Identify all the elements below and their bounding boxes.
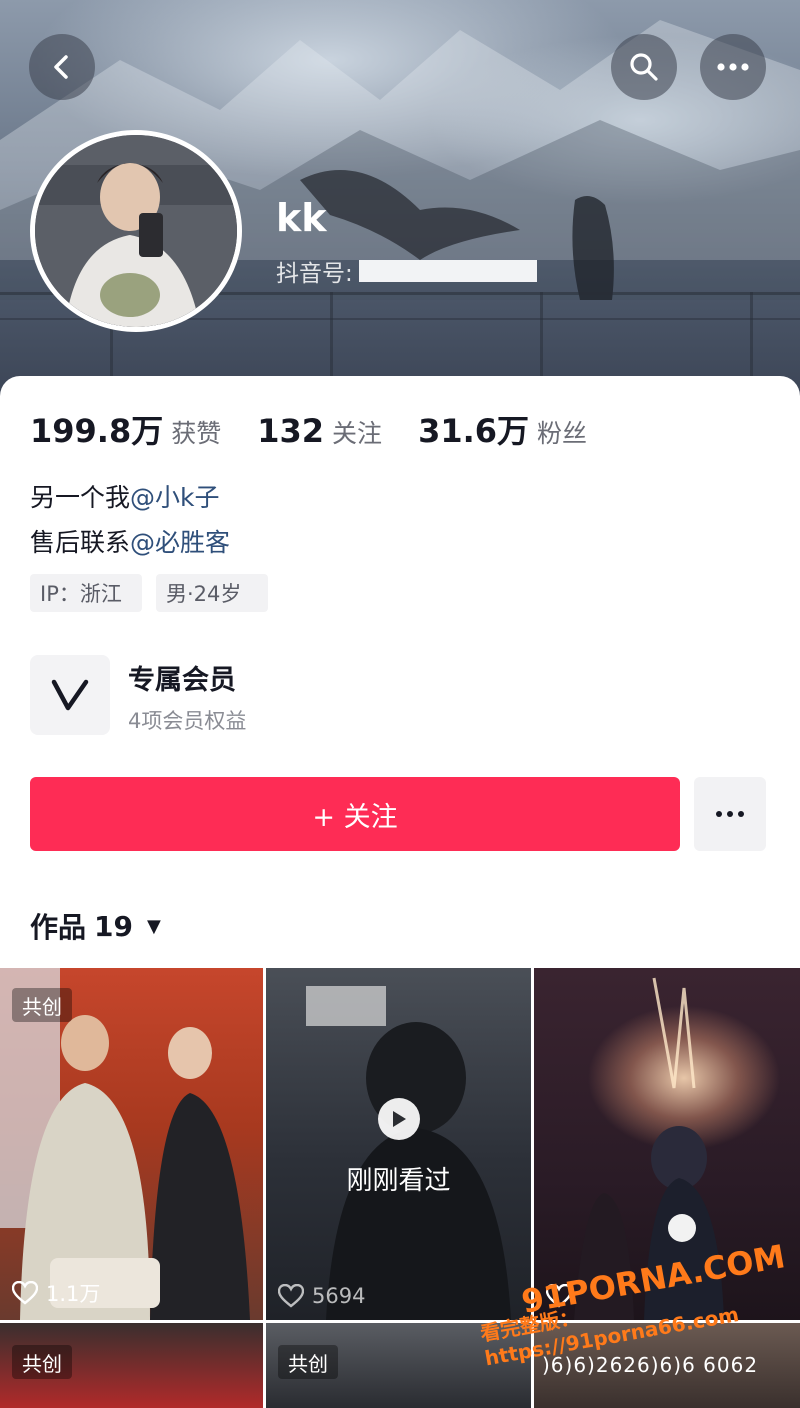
avatar[interactable] [30, 130, 242, 332]
bio-text: 售后联系 [30, 528, 131, 557]
like-count-text: 5694 [312, 1284, 366, 1308]
v-logo-icon [51, 679, 89, 711]
chevron-left-icon [54, 55, 68, 79]
mention-link[interactable]: @必胜客 [130, 528, 230, 557]
stats-row: 199.8万 获赞 132 关注 31.6万 粉丝 [30, 406, 623, 452]
douyin-id-label: 抖音号: [276, 261, 353, 287]
like-count: 5694 [278, 1284, 365, 1308]
membership-icon[interactable] [30, 655, 110, 735]
heart-icon [278, 1284, 304, 1308]
co-creation-badge: 共创 [12, 1345, 72, 1379]
play-button[interactable] [378, 1098, 420, 1140]
railing-post [540, 292, 543, 382]
caret-down-icon: ▼ [146, 915, 161, 937]
followers-count[interactable]: 31.6万 [418, 406, 529, 452]
followers-label[interactable]: 粉丝 [537, 414, 587, 450]
likes-label[interactable]: 获赞 [171, 414, 221, 450]
more-dots-icon [716, 811, 744, 817]
ip-location-tag: IP：浙江 [30, 574, 142, 612]
bio-line: 另一个我@小k子 [30, 478, 220, 514]
works-label: 作品 [30, 911, 87, 944]
heart-icon [12, 1281, 38, 1305]
video-tile[interactable]: 共创 [0, 1323, 263, 1408]
douyin-id-redacted [358, 260, 537, 282]
video-overlay-text: )6)6)2626)6)6 6062 [542, 1353, 759, 1377]
just-watched-label: 刚刚看过 [346, 1166, 451, 1196]
follow-more-button[interactable] [694, 777, 766, 851]
more-options-button[interactable] [700, 34, 766, 100]
like-count-text: 1.1万 [46, 1282, 101, 1306]
following-label[interactable]: 关注 [332, 414, 382, 450]
bio-text: 另一个我 [30, 483, 131, 512]
works-count: 19 [94, 909, 133, 943]
video-tile[interactable]: 共创 1.1万 [0, 968, 263, 1320]
video-tile[interactable]: 刚刚看过 5694 [266, 968, 531, 1320]
likes-count[interactable]: 199.8万 [30, 406, 163, 452]
video-thumbnail [306, 986, 511, 1320]
douyin-id[interactable]: 抖音号: [276, 254, 537, 288]
membership-subtitle: 4项会员权益 [128, 709, 247, 733]
more-dots-icon [717, 63, 749, 71]
mention-link[interactable]: @小k子 [130, 483, 219, 512]
follow-button[interactable]: + 关注 [30, 777, 680, 851]
membership-title[interactable]: 专属会员 [128, 658, 236, 697]
railing-post [750, 292, 753, 382]
search-icon [630, 53, 658, 81]
back-button[interactable] [29, 34, 95, 100]
following-count[interactable]: 132 [257, 412, 324, 450]
railing-post [330, 292, 333, 382]
bio-line: 售后联系@必胜客 [30, 523, 230, 559]
works-tab[interactable]: 作品 19 ▼ [30, 906, 161, 946]
like-count: 1.1万 [12, 1278, 100, 1308]
avatar-image [35, 135, 237, 327]
search-button[interactable] [611, 34, 677, 100]
gender-age-tag: 男·24岁 [156, 574, 268, 612]
username: kk [276, 196, 327, 240]
co-creation-badge: 共创 [12, 988, 72, 1022]
co-creation-badge: 共创 [278, 1345, 338, 1379]
play-icon [393, 1111, 406, 1127]
